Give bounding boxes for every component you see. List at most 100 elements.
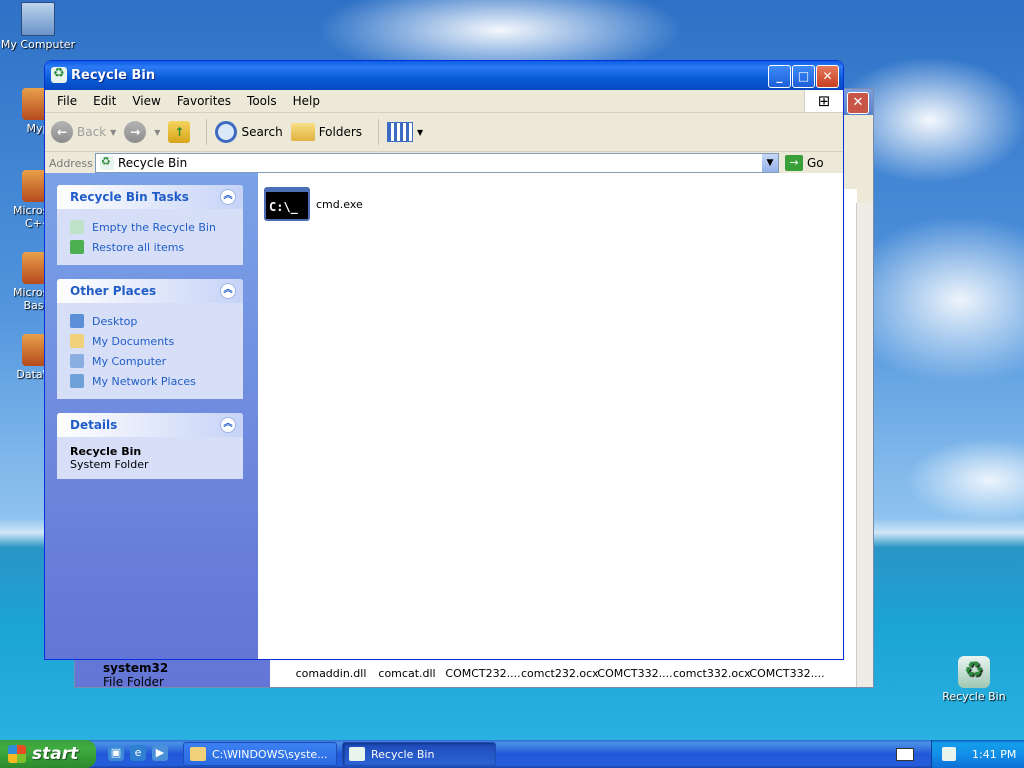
recycle-bin-tasks-panel: Recycle Bin Tasks ︽ Empty the Recycle Bi…: [57, 185, 243, 265]
collapse-icon[interactable]: ︽: [220, 189, 236, 205]
link-label: Restore all items: [92, 240, 185, 254]
link-label: Empty the Recycle Bin: [92, 220, 216, 234]
panel-header[interactable]: Recycle Bin Tasks ︽: [57, 185, 243, 209]
background-window-folder-details: system32 File Folder: [103, 661, 168, 689]
file-name: cmd.exe: [316, 197, 363, 211]
network-places-icon: [70, 374, 84, 388]
search-icon: [215, 121, 238, 143]
recycle-bin-icon: [958, 656, 990, 688]
background-window-file-row: comaddin.dll comcat.dll COMCT232.... com…: [293, 667, 825, 680]
background-window-scrollbar[interactable]: [856, 203, 873, 687]
chevron-down-icon: ▼: [417, 127, 424, 137]
clock[interactable]: 1:41 PM: [972, 748, 1016, 761]
recycle-bin-icon: [70, 220, 84, 234]
media-player-icon[interactable]: ▶: [152, 745, 168, 761]
desktop-icon: [70, 314, 84, 328]
empty-recycle-bin-link[interactable]: Empty the Recycle Bin: [70, 217, 231, 237]
file-item-cmd[interactable]: C:\_ cmd.exe: [264, 187, 363, 221]
folder-type: File Folder: [103, 675, 164, 689]
collapse-icon[interactable]: ︽: [220, 283, 236, 299]
file-item[interactable]: comcat.dll: [369, 667, 445, 680]
details-type: System Folder: [70, 458, 149, 471]
menu-favorites[interactable]: Favorites: [169, 94, 239, 108]
my-computer-link[interactable]: My Computer: [70, 351, 231, 371]
file-item[interactable]: comaddin.dll: [293, 667, 369, 680]
link-label: Desktop: [92, 314, 138, 328]
my-documents-icon: [70, 334, 84, 348]
taskbar-item-label: Recycle Bin: [371, 747, 435, 761]
recycle-bin-tray-icon[interactable]: [942, 747, 956, 761]
internet-explorer-icon[interactable]: e: [130, 745, 146, 761]
menu-view[interactable]: View: [124, 94, 168, 108]
address-value: Recycle Bin: [118, 156, 188, 170]
taskbar-item-windows-explorer[interactable]: C:\WINDOWS\syste...: [183, 742, 337, 766]
menu-tools[interactable]: Tools: [239, 94, 285, 108]
desktop-icon-recycle-bin[interactable]: Recycle Bin: [936, 656, 1012, 703]
panel-header[interactable]: Details ︽: [57, 413, 243, 437]
address-label: Address: [49, 156, 93, 170]
desktop-icon-label: My Computer: [0, 38, 76, 51]
my-computer-icon: [21, 2, 55, 36]
system-tray: 1:41 PM: [931, 740, 1024, 768]
taskbar-item-recycle-bin[interactable]: Recycle Bin: [342, 742, 496, 766]
file-item[interactable]: comct232.ocx: [521, 667, 599, 680]
go-button[interactable]: → Go: [785, 155, 824, 171]
panel-title: Recycle Bin Tasks: [70, 190, 189, 204]
up-button[interactable]: ↑: [168, 121, 191, 143]
maximize-button[interactable]: □: [792, 65, 815, 88]
recycle-bin-icon: [51, 66, 67, 83]
address-dropdown-button[interactable]: ▼: [762, 154, 778, 172]
details-panel: Details ︽ Recycle Bin System Folder: [57, 413, 243, 479]
menu-file[interactable]: File: [49, 94, 85, 108]
start-button[interactable]: start: [0, 740, 96, 768]
forward-button[interactable]: → ▼: [124, 121, 160, 143]
restore-all-items-link[interactable]: Restore all items: [70, 237, 231, 257]
address-bar: Address Recycle Bin ▼ → Go: [45, 152, 843, 175]
desktop-link[interactable]: Desktop: [70, 311, 231, 331]
collapse-icon[interactable]: ︽: [220, 417, 236, 433]
file-item[interactable]: COMCT332....: [597, 667, 673, 680]
desktop-icon-my-computer[interactable]: My Computer: [0, 2, 76, 51]
close-button[interactable]: ✕: [816, 65, 839, 88]
menu-help[interactable]: Help: [285, 94, 328, 108]
my-network-places-link[interactable]: My Network Places: [70, 371, 231, 391]
taskbar: start ▣ e ▶ C:\WINDOWS\syste... Recycle …: [0, 740, 1024, 768]
quick-launch: ▣ e ▶: [108, 745, 168, 761]
file-item[interactable]: comct332.ocx: [673, 667, 751, 680]
desktop-icon-label: Recycle Bin: [942, 690, 1006, 703]
folders-icon: [290, 123, 315, 141]
link-label: My Computer: [92, 354, 167, 368]
menu-bar: File Edit View Favorites Tools Help ⊞: [45, 90, 843, 113]
my-documents-link[interactable]: My Documents: [70, 331, 231, 351]
window-title: Recycle Bin: [71, 68, 156, 83]
address-input[interactable]: Recycle Bin ▼: [95, 153, 779, 173]
file-list: C:\_ cmd.exe: [258, 173, 843, 659]
chevron-down-icon[interactable]: ▼: [154, 128, 160, 137]
toolbar: ← Back ▼ → ▼ ↑ Search Folders ▼: [45, 113, 843, 152]
recycle-bin-icon: [349, 747, 365, 761]
search-button[interactable]: Search: [215, 121, 283, 143]
back-label: Back: [77, 125, 107, 139]
back-arrow-icon: ←: [51, 121, 73, 143]
back-button[interactable]: ← Back ▼: [51, 121, 116, 143]
go-arrow-icon: →: [785, 155, 803, 171]
file-item[interactable]: COMCT232....: [445, 667, 521, 680]
show-desktop-icon[interactable]: ▣: [108, 745, 124, 761]
folder-icon: [190, 747, 206, 761]
folders-button[interactable]: Folders: [290, 123, 362, 141]
task-pane: Recycle Bin Tasks ︽ Empty the Recycle Bi…: [45, 173, 258, 659]
panel-title: Details: [70, 418, 118, 432]
background-window-close-button[interactable]: ✕: [847, 92, 869, 114]
menu-edit[interactable]: Edit: [85, 94, 124, 108]
chevron-down-icon[interactable]: ▼: [110, 128, 116, 137]
minimize-button[interactable]: _: [768, 65, 791, 88]
windows-flag-icon: [8, 745, 26, 763]
panel-title: Other Places: [70, 284, 157, 298]
views-button[interactable]: ▼: [387, 122, 423, 142]
details-name: Recycle Bin: [70, 445, 142, 458]
folder-up-icon: ↑: [168, 121, 191, 143]
window-titlebar[interactable]: Recycle Bin _ □ ✕: [45, 61, 843, 90]
panel-header[interactable]: Other Places ︽: [57, 279, 243, 303]
file-item[interactable]: COMCT332....: [749, 667, 825, 680]
keyboard-icon[interactable]: [896, 748, 914, 761]
